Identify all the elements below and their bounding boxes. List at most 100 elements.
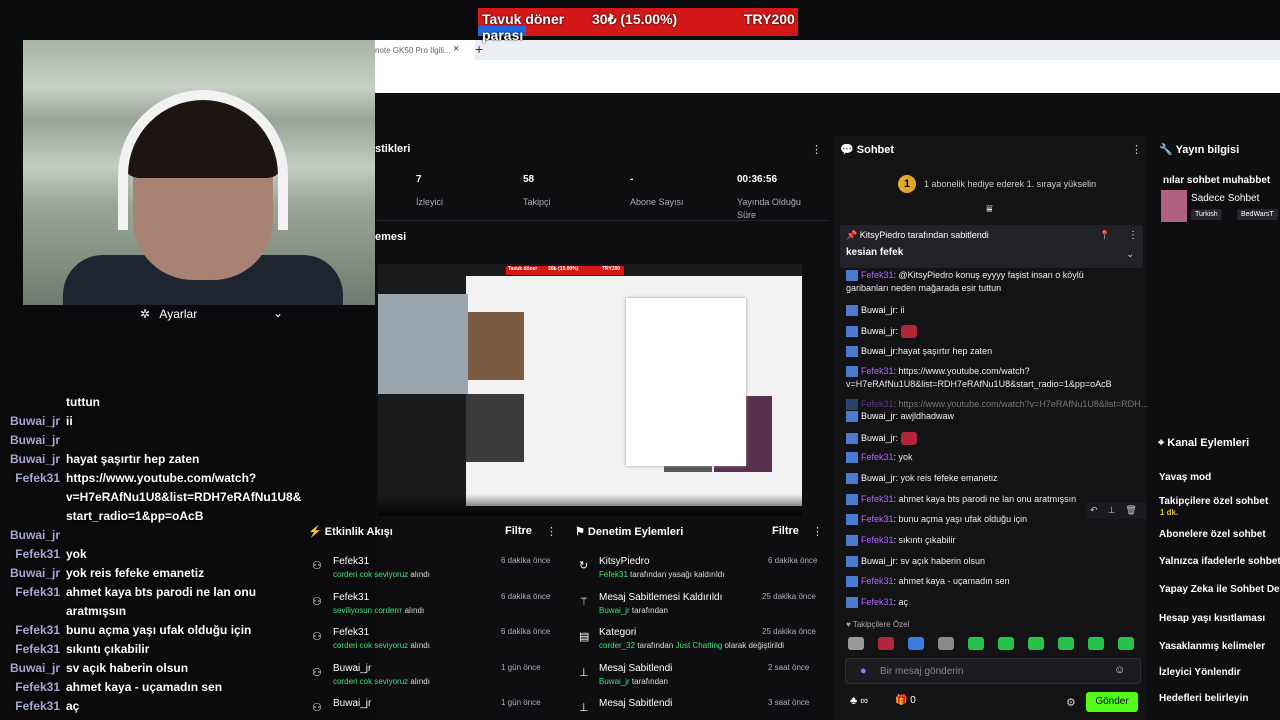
pin-icon[interactable]: 📍: [1099, 230, 1110, 241]
chat-username[interactable]: Buwai_jr: [861, 473, 896, 483]
gifts-indicator[interactable]: 🎁 0: [895, 695, 916, 706]
sub-gift-banner[interactable]: 1 abonelik hediye ederek 1. sıraya yükse…: [924, 179, 1096, 189]
stats-title: stikleri: [375, 143, 411, 155]
send-button[interactable]: Gönder: [1086, 692, 1138, 712]
emote-icon[interactable]: [968, 637, 984, 650]
channel-action[interactable]: Hesap yaşı kısıtlaması: [1159, 613, 1265, 624]
microphone-icon[interactable]: ●: [860, 665, 867, 677]
channel-action[interactable]: Hedefleri belirleyin: [1159, 693, 1248, 704]
emote-icon[interactable]: [878, 637, 894, 650]
moderator-badge-icon: [846, 556, 858, 568]
preview-controls[interactable]: [378, 494, 802, 516]
overlay-chat-line: Buwai_jr: [0, 433, 66, 447]
preview-browser: Tavuk döner 30₺ (15.00%) TRY200: [466, 266, 802, 506]
chat-username[interactable]: Buwai_jr: [861, 556, 896, 566]
trash-icon[interactable]: 🗑: [1125, 505, 1136, 515]
moderation-time: 2 saat önce: [768, 662, 810, 672]
chat-text: : @KitsyPiedro konuş eyyyy faşist insan …: [893, 270, 1084, 280]
stream-preview[interactable]: Tavuk döner 30₺ (15.00%) TRY200: [378, 264, 802, 516]
overlay-chat-user: Buwai_jr: [9, 661, 60, 675]
chevron-down-icon[interactable]: ⌄: [1126, 249, 1134, 260]
chat-title: 💬 Sohbet: [840, 144, 895, 156]
moderator-badge-icon: [846, 411, 858, 423]
activity-menu-icon[interactable]: ⋮: [546, 525, 557, 538]
category-name[interactable]: Sadece Sohbet: [1191, 193, 1259, 204]
channel-action[interactable]: İzleyici Yönlendir: [1159, 667, 1241, 678]
emote-icon[interactable]: [848, 637, 864, 650]
chat-username[interactable]: Buwai_jr: [861, 433, 896, 443]
chat-username[interactable]: Buwai_jr: [861, 305, 896, 315]
overlay-chat-user: Fefek31: [15, 623, 60, 637]
chat-username[interactable]: Buwai_jr: [861, 326, 896, 336]
settings-label: Ayarlar: [159, 307, 198, 321]
chat-username[interactable]: Fefek31: [861, 399, 894, 409]
webcam-headphones: [118, 90, 288, 230]
stats-menu-icon[interactable]: ⋮: [811, 143, 822, 156]
emote-icon[interactable]: [1088, 637, 1104, 650]
channel-action[interactable]: Takipçilere özel sohbet: [1159, 496, 1268, 507]
emote-icon[interactable]: [938, 637, 954, 650]
moderation-time: 3 saat önce: [768, 698, 810, 707]
channel-action[interactable]: Abonelere özel sohbet: [1159, 529, 1266, 540]
user-icon: ⚇: [312, 560, 322, 572]
chat-menu-icon[interactable]: ⋮: [1131, 143, 1142, 156]
activity-filter-button[interactable]: Filtre: [505, 525, 532, 537]
gear-icon[interactable]: ⚙: [1066, 696, 1076, 709]
tab-close-icon[interactable]: ×: [453, 43, 459, 55]
moderator-badge-icon: [846, 326, 858, 337]
chat-username[interactable]: Fefek31: [861, 270, 894, 280]
overlay-chat-user: Buwai_jr: [9, 452, 60, 466]
channel-action[interactable]: Yasaklanmış kelimeler: [1159, 641, 1265, 652]
settings-toggle[interactable]: ✲ Ayarlar: [140, 307, 197, 321]
emote-icon[interactable]: [998, 637, 1014, 650]
moderation-menu-icon[interactable]: ⋮: [812, 525, 823, 538]
chat-input[interactable]: ● Bir mesaj gönderin ☺: [845, 658, 1141, 684]
overlay-chat-user: Fefek31: [15, 680, 60, 694]
pin-icon[interactable]: ⊥: [1108, 505, 1116, 515]
browser-tab[interactable]: note GK50 Pro Ilgili... ×: [375, 40, 475, 60]
pinned-menu-icon[interactable]: ⋮: [1128, 230, 1138, 241]
activity-user: Buwai_jr: [333, 662, 372, 674]
chat-username[interactable]: Fefek31: [861, 514, 894, 524]
user-icon: ⚇: [312, 595, 322, 608]
emote-icon[interactable]: [1058, 637, 1074, 650]
chat-username[interactable]: Fefek31: [861, 494, 894, 504]
preview-webcam: [378, 294, 468, 394]
moderator-badge-icon: [846, 597, 858, 609]
overlay-chat-line: Buwai_jr hayat şaşırtır hep zaten: [0, 452, 199, 466]
chat-username[interactable]: Fefek31: [861, 452, 894, 462]
channel-action[interactable]: Yapay Zeka ile Sohbet Den: [1159, 584, 1280, 595]
chat-text: :: [895, 432, 899, 443]
chat-username[interactable]: Fefek31: [861, 597, 894, 607]
emote-icon[interactable]: [1028, 637, 1044, 650]
chat-username[interactable]: Buwai_jr: [861, 411, 896, 421]
emote-icon[interactable]: [1118, 637, 1134, 650]
moderator-badge-icon: [846, 576, 858, 588]
emoji-icon[interactable]: ☺: [1114, 664, 1125, 676]
chat-username[interactable]: Fefek31: [861, 366, 894, 376]
preview-title: emesi: [375, 231, 407, 243]
overlay-chat-message: ii: [66, 414, 73, 428]
chat-username[interactable]: Buwai_jr: [861, 346, 896, 356]
reply-icon[interactable]: ↶: [1090, 505, 1098, 515]
points-indicator[interactable]: ♣ ∞: [850, 695, 868, 707]
chat-username[interactable]: Fefek31: [861, 576, 894, 586]
tag-chip[interactable]: BedWarsT: [1237, 209, 1278, 220]
stat-label: Takipçi: [523, 197, 551, 207]
overlay-chat-user: Buwai_jr: [9, 433, 60, 447]
tag-chip[interactable]: Turkish: [1191, 209, 1222, 220]
moderation-filter-button[interactable]: Filtre: [772, 525, 799, 537]
emote-icon[interactable]: [908, 637, 924, 650]
channel-action[interactable]: Yavaş mod: [1159, 472, 1211, 483]
overlay-chat-user: Buwai_jr: [9, 528, 60, 542]
filter-icon[interactable]: ⩸: [986, 203, 993, 216]
chevron-down-icon[interactable]: ⌄: [273, 306, 283, 320]
chat-username[interactable]: Fefek31: [861, 535, 894, 545]
moderation-icon: ⚚: [579, 595, 589, 608]
message-actions: ↶ ⊥ 🗑: [1086, 503, 1146, 519]
moderation-icon: ▤: [579, 631, 590, 643]
channel-action[interactable]: Yalnızca ifadelerle sohbet: [1159, 556, 1280, 567]
pinned-text: kesian fefek: [846, 247, 904, 258]
pinned-message[interactable]: 📌 KitsyPiedro tarafından sabitlendi kesi…: [840, 225, 1143, 268]
new-tab-icon[interactable]: +: [475, 41, 483, 57]
